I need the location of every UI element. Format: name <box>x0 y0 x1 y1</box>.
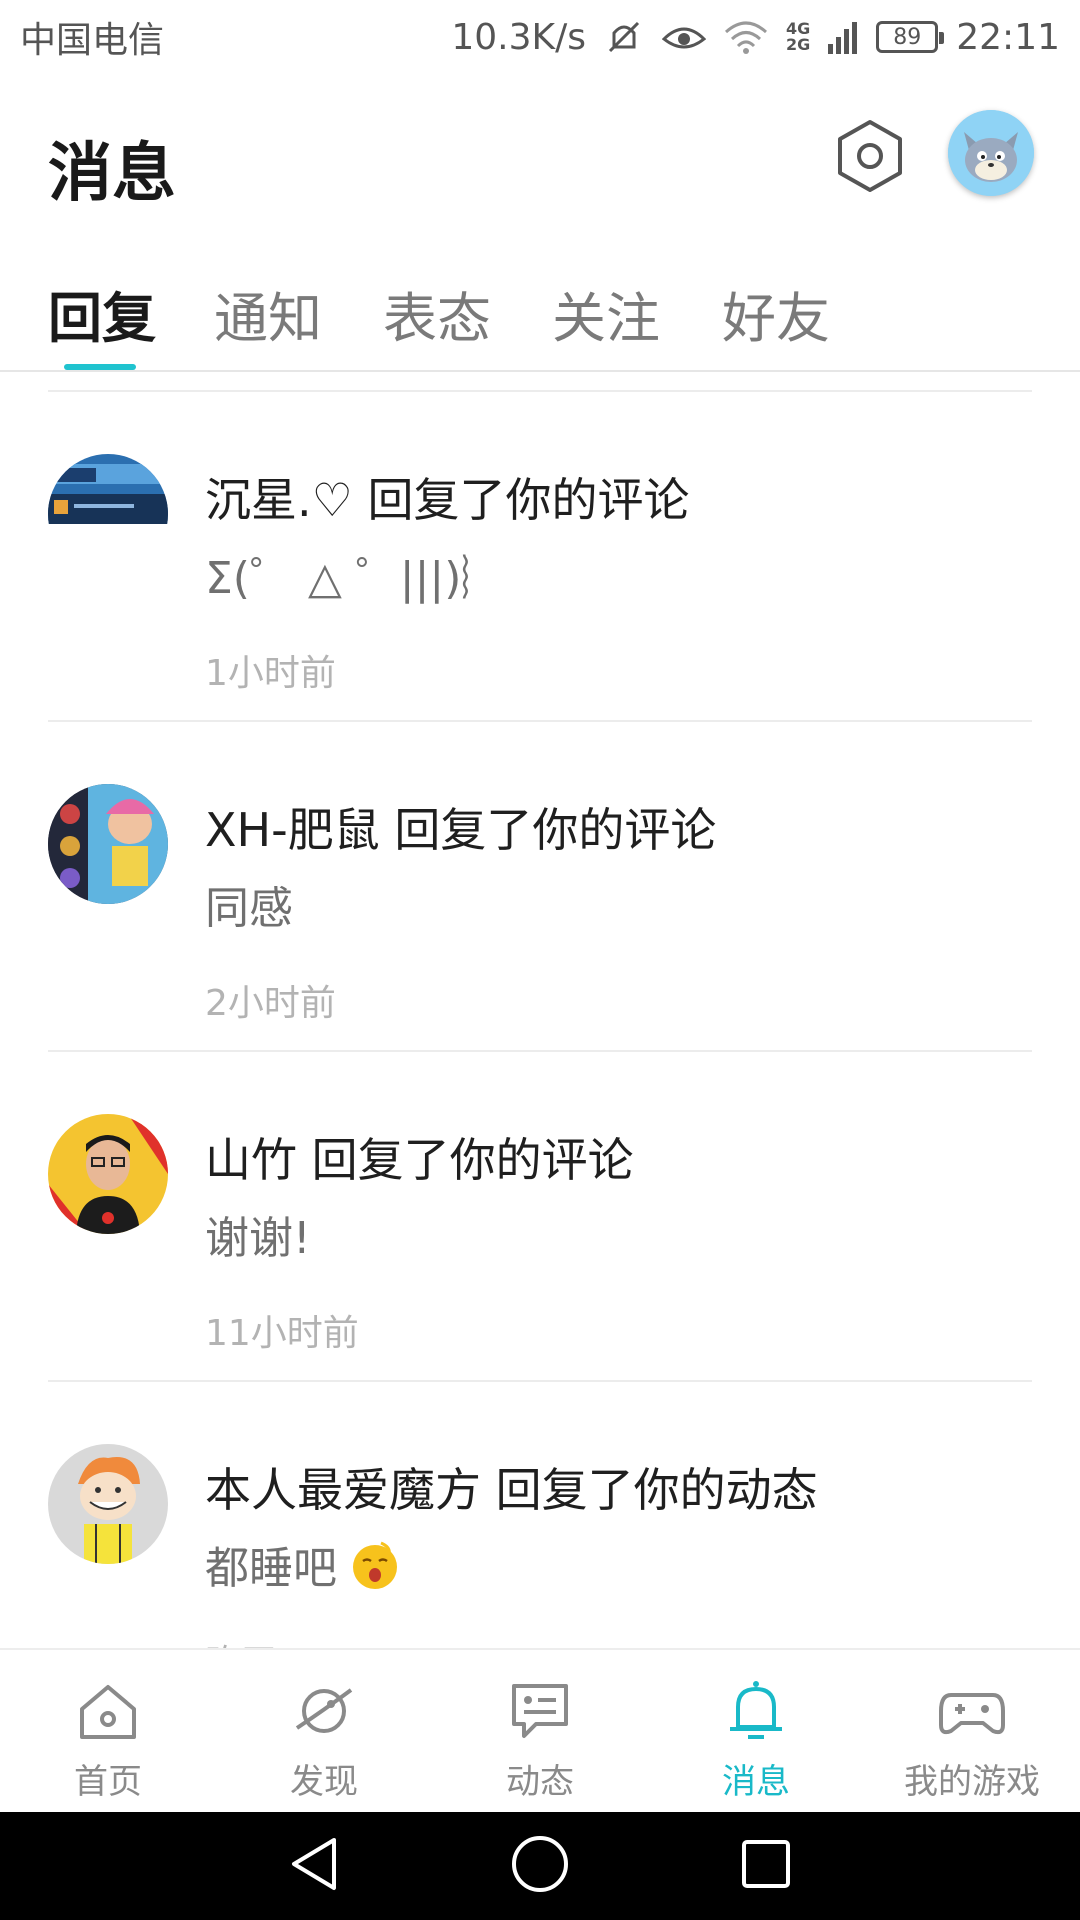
avatar[interactable] <box>48 1444 168 1564</box>
tab-reaction[interactable]: 表态 <box>383 274 491 353</box>
clock: 22:11 <box>956 16 1060 58</box>
home-icon <box>73 1678 143 1744</box>
game-screenshot-avatar <box>48 454 168 574</box>
system-navigation-bar <box>0 1812 1080 1920</box>
message-time: 11小时前 <box>205 1313 359 1354</box>
nav-label: 首页 <box>74 1762 142 1802</box>
nav-label: 消息 <box>722 1762 790 1802</box>
header: 消息 <box>0 74 1080 244</box>
message-content: 谢谢! <box>205 1213 311 1264</box>
gamepad-icon <box>937 1678 1007 1744</box>
planet-icon <box>289 1678 359 1744</box>
hexagon-settings-icon <box>838 120 902 192</box>
status-bar: 中国电信 10.3K/s 4G 2G 89 22:11 <box>0 0 1080 74</box>
person-photo-avatar <box>48 1114 168 1234</box>
message-tabs: 回复 通知 表态 关注 好友 <box>0 244 1080 372</box>
nav-item-discover[interactable]: 发现 <box>216 1650 432 1812</box>
cat-avatar-icon <box>948 110 1034 196</box>
network-type: 4G 2G <box>786 21 810 53</box>
settings-button[interactable] <box>832 118 908 194</box>
avatar[interactable] <box>48 454 168 574</box>
page-title: 消息 <box>48 137 176 211</box>
avatar[interactable] <box>48 784 168 904</box>
game-character-avatar <box>48 784 168 904</box>
signal-icon <box>828 20 858 54</box>
tab-friends[interactable]: 好友 <box>722 274 830 353</box>
nav-label: 动态 <box>506 1762 574 1802</box>
message-content: 同感 <box>205 883 293 934</box>
net-speed: 10.3K/s <box>451 16 586 58</box>
mute-icon <box>604 19 644 55</box>
tab-follow[interactable]: 关注 <box>552 274 660 353</box>
list-item[interactable]: 本人最爱魔方 回复了你的动态 都睡吧 昨天 <box>0 1382 1080 1648</box>
wifi-icon <box>724 20 768 54</box>
carrier-label: 中国电信 <box>20 20 165 61</box>
tab-reply[interactable]: 回复 <box>48 274 156 353</box>
active-tab-indicator <box>64 364 136 370</box>
chat-card-icon <box>505 1678 575 1744</box>
tab-notice[interactable]: 通知 <box>214 274 322 353</box>
home-circle-icon[interactable] <box>510 1834 570 1898</box>
message-title: 本人最爱魔方 回复了你的动态 <box>205 1463 818 1517</box>
message-title: XH-肥鼠 回复了你的评论 <box>205 803 717 857</box>
battery-indicator: 89 <box>876 21 945 53</box>
message-content-text: 都睡吧 <box>205 1543 337 1594</box>
nav-item-my-games[interactable]: 我的游戏 <box>864 1650 1080 1812</box>
nav-item-messages[interactable]: 消息 <box>648 1650 864 1812</box>
list-item[interactable]: 沉星.♡ 回复了你的评论 Σ(゜ △ ゜|||)︴ 1小时前 <box>0 392 1080 722</box>
cartoon-boy-avatar <box>48 1444 168 1564</box>
message-time: 1小时前 <box>205 653 336 694</box>
message-time: 2小时前 <box>205 983 336 1024</box>
message-content: 都睡吧 <box>205 1532 399 1596</box>
message-time: 昨天 <box>205 1634 277 1648</box>
message-title: 沉星.♡ 回复了你的评论 <box>205 473 690 527</box>
message-list[interactable]: 沉星.♡ 回复了你的评论 Σ(゜ △ ゜|||)︴ 1小时前 XH-肥鼠 回复了… <box>0 372 1080 1648</box>
recents-icon[interactable] <box>740 1838 792 1894</box>
nav-label: 发现 <box>290 1762 358 1802</box>
status-bar-right: 10.3K/s 4G 2G 89 22:11 <box>451 17 1060 58</box>
back-icon[interactable] <box>288 1836 340 1896</box>
message-title: 山竹 回复了你的评论 <box>205 1133 634 1187</box>
message-content: Σ(゜ △ ゜|||)︴ <box>205 553 506 604</box>
sleepy-face-emoji-icon <box>353 1541 397 1589</box>
nav-label: 我的游戏 <box>904 1762 1040 1802</box>
app-screen: 中国电信 10.3K/s 4G 2G 89 22:11 消息 回复 通知 表态 … <box>0 0 1080 1920</box>
list-item[interactable]: 山竹 回复了你的评论 谢谢! 11小时前 <box>0 1052 1080 1382</box>
avatar[interactable] <box>48 1114 168 1234</box>
profile-avatar-button[interactable] <box>948 110 1034 196</box>
nav-item-feed[interactable]: 动态 <box>432 1650 648 1812</box>
nav-item-home[interactable]: 首页 <box>0 1650 216 1812</box>
battery-level: 89 <box>893 24 922 50</box>
list-item[interactable]: XH-肥鼠 回复了你的评论 同感 2小时前 <box>0 722 1080 1052</box>
bottom-navigation: 首页 发现 动态 消息 我的游戏 <box>0 1648 1080 1812</box>
bell-icon <box>721 1678 791 1744</box>
network-type-bottom: 2G <box>785 35 811 54</box>
eye-icon <box>661 21 706 53</box>
